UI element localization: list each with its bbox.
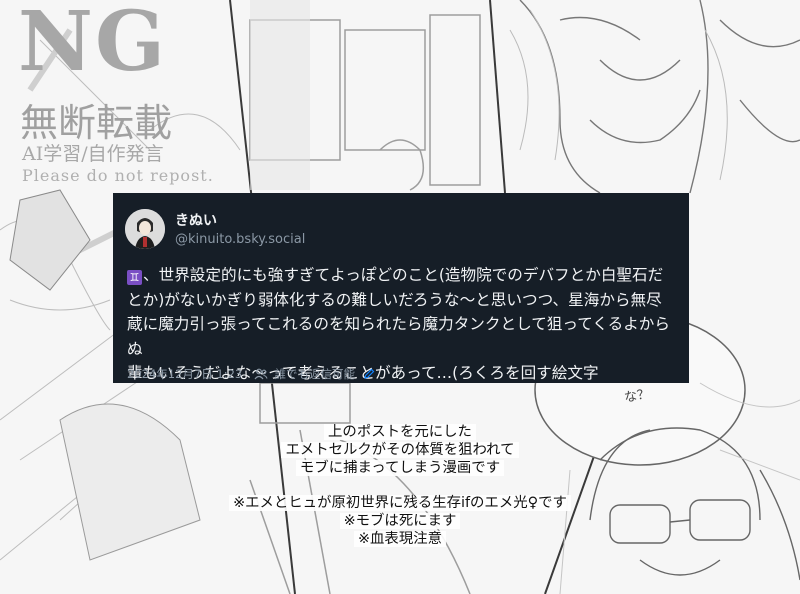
caption-line: 上のポストを元にした — [324, 424, 476, 440]
avatar-image — [125, 209, 165, 249]
display-name[interactable]: きぬい — [175, 210, 217, 230]
gemini-emoji-icon: ♊ — [127, 270, 142, 285]
social-post-card[interactable]: きぬい @kinuito.bsky.social ♊ 、世界設定的にも強すぎてよっ… — [113, 193, 689, 383]
reply-setting[interactable]: 誰でも返信可能 — [275, 367, 356, 381]
watermark-please: Please do not repost. — [22, 166, 214, 185]
post-text-line: ♊ 、世界設定的にも強すぎてよっぽどのこと(造物院でのデバフとか白聖石だ — [127, 263, 679, 288]
post-meta: 2024年12月7日 1:23 誰でも返信可能 — [127, 366, 375, 382]
caption-note: ※血表現注意 — [353, 530, 446, 547]
caption-line: エメトセルクがその体質を狙われて — [281, 441, 519, 458]
user-handle[interactable]: @kinuito.bsky.social — [175, 232, 305, 247]
caption: 上のポストを元にした エメトセルクがその体質を狙われて モブに捕まってしまう漫画… — [180, 424, 620, 549]
edit-pencil-icon[interactable] — [363, 368, 375, 380]
post-text-line: 蔵に魔力引っ張ってこれるのを知られたら魔力タンクとして狙ってくるよからぬ — [127, 315, 670, 358]
post-timestamp[interactable]: 2024年12月7日 1:23 — [127, 367, 242, 381]
watermark-ai-line: AI学習/自作発言 — [22, 143, 164, 165]
caption-line: モブに捕まってしまう漫画です — [295, 459, 505, 476]
caption-note: ※モブは死にます — [339, 512, 461, 529]
post-text-line: とか)がないかぎり弱体化するの難しいだろうな～と思いつつ、星海から無尽 — [127, 290, 662, 309]
watermark-ng: NG — [18, 0, 167, 90]
avatar[interactable] — [125, 209, 165, 249]
people-icon — [254, 368, 268, 380]
caption-note: ※エメとヒュが原初世界に残る生存ifのエメ光♀です — [229, 495, 571, 512]
